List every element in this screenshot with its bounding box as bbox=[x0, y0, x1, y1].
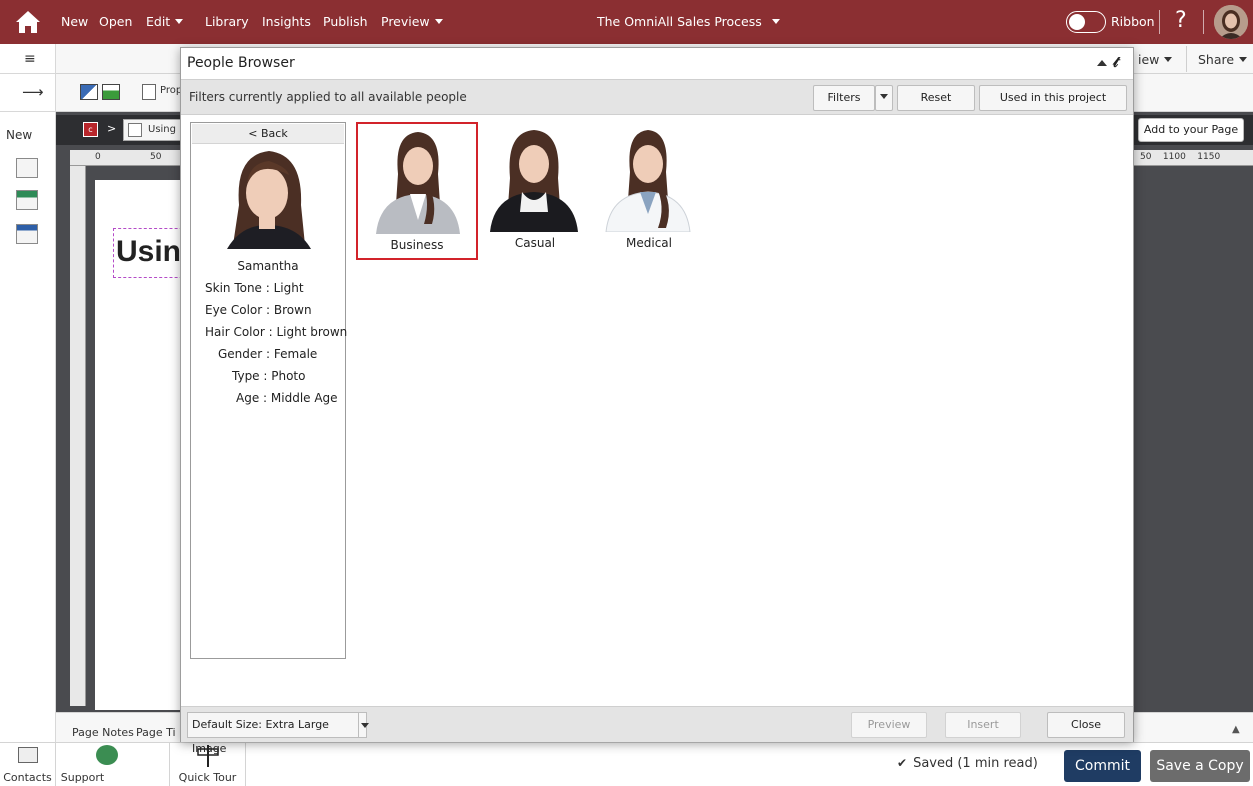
divider bbox=[1203, 10, 1204, 34]
attribute-type: Type : Photo bbox=[232, 369, 306, 383]
attribute-gender: Gender : Female bbox=[218, 347, 318, 361]
image-tool-icon[interactable] bbox=[80, 84, 98, 100]
new-label: New bbox=[6, 128, 33, 142]
arrow-row: ⟶ bbox=[0, 74, 56, 112]
menu-insights[interactable]: Insights bbox=[262, 14, 311, 29]
breadcrumb-page[interactable]: Using bbox=[123, 119, 183, 141]
page-template-icon[interactable] bbox=[16, 158, 38, 178]
menu-new[interactable]: New bbox=[61, 14, 88, 29]
toolbar-divider bbox=[1186, 46, 1187, 72]
home-icon[interactable] bbox=[14, 9, 42, 35]
saved-status: ✔ Saved (1 min read) bbox=[897, 756, 1038, 771]
project-title-menu[interactable]: The OmniAll Sales Process bbox=[597, 14, 780, 29]
filter-status-text: Filters currently applied to all availab… bbox=[189, 90, 467, 104]
attribute-hair-color: Hair Color : Light brown bbox=[205, 325, 348, 339]
back-button[interactable]: < Back bbox=[192, 124, 344, 144]
add-to-page-button[interactable]: Add to your Page bbox=[1138, 118, 1244, 142]
close-button[interactable]: Close bbox=[1047, 712, 1125, 738]
question-template-icon[interactable] bbox=[16, 190, 38, 210]
divider bbox=[1159, 10, 1160, 34]
insert-button[interactable]: Insert bbox=[945, 712, 1021, 738]
ribbon-label: Ribbon bbox=[1111, 14, 1155, 29]
avatar[interactable] bbox=[1214, 5, 1248, 39]
menu-publish[interactable]: Publish bbox=[323, 14, 368, 29]
preview-button[interactable]: Preview bbox=[851, 712, 927, 738]
collapse-icon[interactable] bbox=[1097, 60, 1107, 66]
page-icon bbox=[128, 123, 142, 137]
support-button[interactable]: Support bbox=[56, 743, 170, 786]
top-menu-bar: New Open Edit Library Insights Publish P… bbox=[0, 0, 1253, 44]
share-menu[interactable]: Share bbox=[1198, 52, 1248, 67]
page-tab[interactable]: Page Ti bbox=[136, 726, 176, 739]
people-browser-dialog: People Browser 𝓉 Filters currently appli… bbox=[180, 47, 1134, 755]
size-dropdown[interactable] bbox=[358, 713, 372, 737]
thumbnail-casual[interactable]: Casual bbox=[474, 122, 596, 260]
commit-button[interactable]: Commit bbox=[1064, 750, 1141, 782]
medical-photo bbox=[605, 130, 691, 232]
chevron-down-icon bbox=[1239, 57, 1248, 62]
menu-edit[interactable]: Edit bbox=[146, 14, 184, 29]
people-content: < Back Samantha Skin Tone : Light Eye Co… bbox=[181, 116, 1133, 706]
attribute-eye-color: Eye Color : Brown bbox=[205, 303, 312, 317]
ribbon-toggle[interactable] bbox=[1066, 11, 1106, 33]
filters-dropdown[interactable] bbox=[875, 85, 893, 111]
thumbnail-business[interactable]: Business bbox=[356, 122, 478, 260]
chevron-down-icon bbox=[434, 19, 443, 24]
close-icon[interactable]: 𝓉 bbox=[1113, 53, 1118, 71]
menu-open[interactable]: Open bbox=[99, 14, 132, 29]
thumbnail-label: Casual bbox=[514, 236, 556, 250]
person-name: Samantha bbox=[237, 259, 299, 273]
breadcrumb-separator: > bbox=[107, 122, 117, 135]
properties-label[interactable]: Prop bbox=[160, 85, 182, 96]
chevron-down-icon bbox=[361, 723, 369, 728]
check-circle-icon: ✔ bbox=[897, 756, 908, 770]
chevron-down-icon bbox=[175, 19, 184, 24]
attribute-age: Age : Middle Age bbox=[236, 391, 338, 405]
search-template-icon[interactable] bbox=[16, 224, 38, 244]
view-menu[interactable]: iew bbox=[1138, 52, 1173, 67]
thumbnail-medical[interactable]: Medical bbox=[588, 122, 710, 260]
person-detail-panel: < Back Samantha Skin Tone : Light Eye Co… bbox=[190, 122, 348, 659]
vertical-ruler bbox=[70, 166, 86, 706]
help-icon[interactable]: ? bbox=[1175, 8, 1187, 33]
page-notes-tab[interactable]: Page Notes bbox=[72, 726, 134, 739]
menu-preview[interactable]: Preview bbox=[381, 14, 443, 29]
used-in-project-button[interactable]: Used in this project bbox=[979, 85, 1127, 111]
chevron-up-icon[interactable]: ▲ bbox=[1232, 724, 1240, 735]
arrow-right-icon[interactable]: ⟶ bbox=[22, 83, 44, 101]
contacts-icon bbox=[18, 747, 38, 763]
support-icon bbox=[96, 745, 118, 765]
menu-library[interactable]: Library bbox=[205, 14, 249, 29]
dialog-title: People Browser bbox=[187, 55, 295, 71]
dialog-footer: Default Size: Extra Large Image Preview … bbox=[181, 706, 1133, 755]
person-photo bbox=[217, 145, 321, 249]
left-sidebar: ≡ ⟶ New bbox=[0, 44, 56, 742]
chevron-down-icon bbox=[771, 19, 780, 24]
chapter-icon[interactable]: c bbox=[83, 122, 98, 137]
casual-photo bbox=[490, 130, 578, 232]
chevron-down-icon bbox=[880, 94, 888, 99]
toggle-knob bbox=[1069, 14, 1085, 30]
properties-icon[interactable] bbox=[142, 84, 156, 100]
thumbnail-label: Business bbox=[390, 238, 444, 252]
filter-bar: Filters currently applied to all availab… bbox=[181, 79, 1133, 115]
hamburger-row: ≡ bbox=[0, 44, 56, 74]
chevron-down-icon bbox=[1164, 57, 1173, 62]
default-size-select[interactable]: Default Size: Extra Large Image bbox=[187, 712, 369, 755]
business-photo bbox=[376, 132, 460, 234]
picture-tool-icon[interactable] bbox=[102, 84, 120, 100]
filters-button[interactable]: Filters bbox=[813, 85, 875, 111]
thumbnail-label: Medical bbox=[626, 236, 672, 250]
save-copy-button[interactable]: Save a Copy bbox=[1150, 750, 1250, 782]
reset-button[interactable]: Reset bbox=[897, 85, 975, 111]
attribute-skin-tone: Skin Tone : Light bbox=[205, 281, 304, 295]
ruler-labels-right: 50 1100 1150 bbox=[1140, 152, 1221, 162]
hamburger-icon[interactable]: ≡ bbox=[24, 51, 36, 67]
